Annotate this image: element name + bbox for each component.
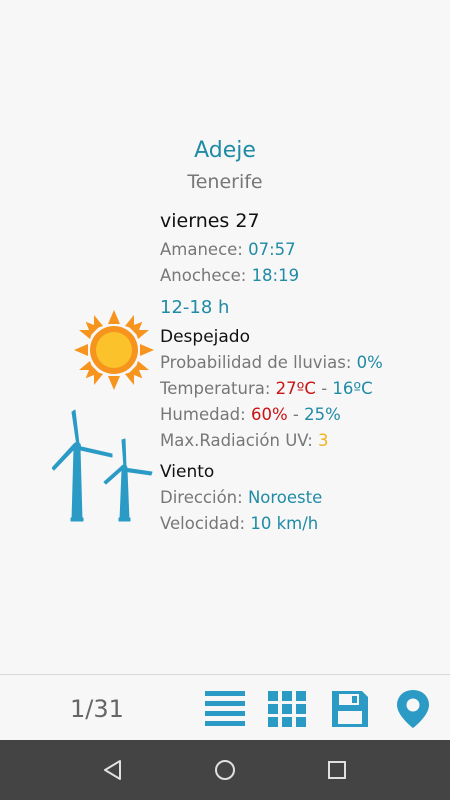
wind-title: Viento (160, 462, 215, 482)
temperature-label: Temperatura: (160, 379, 271, 398)
uv-value: 3 (318, 431, 329, 450)
save-icon[interactable] (330, 689, 370, 729)
sunset-value: 18:19 (251, 266, 300, 285)
wind-direction-row: Dirección: Noroeste (160, 488, 322, 507)
system-nav-bar (0, 740, 450, 800)
uv-label: Max.Radiación UV: (160, 431, 313, 450)
home-icon[interactable] (213, 758, 237, 782)
wind-direction-label: Dirección: (160, 488, 243, 507)
wind-direction-value: Noroeste (247, 488, 323, 507)
page-counter: 1/31 (70, 695, 124, 723)
recents-icon[interactable] (325, 758, 349, 782)
temperature-row: Temperatura: 27ºC - 16ºC (160, 379, 373, 398)
rain-label: Probabilidad de lluvias: (160, 353, 352, 372)
bottom-toolbar: 1/31 (0, 674, 450, 740)
temperature-separator: - (315, 379, 333, 398)
rain-row: Probabilidad de lluvias: 0% (160, 353, 383, 372)
humidity-label: Humedad: (160, 405, 246, 424)
uv-row: Max.Radiación UV: 3 (160, 431, 329, 450)
grid-icon[interactable] (267, 689, 307, 729)
wind-turbine-icon (52, 409, 153, 522)
condition-label: Despejado (160, 327, 250, 347)
sunrise-label: Amanece: (160, 240, 243, 259)
sunrise-value: 07:57 (248, 240, 296, 259)
wind-speed-value: 10 km/h (250, 514, 319, 533)
sunset-label: Anochece: (160, 266, 247, 285)
humidity-min: 25% (304, 405, 341, 424)
humidity-separator: - (287, 405, 305, 424)
location-city: Adeje (194, 138, 256, 163)
period-hours: 12-18 h (160, 297, 230, 318)
temperature-min: 16ºC (332, 379, 373, 398)
map-pin-icon[interactable] (393, 689, 433, 729)
day-title: viernes 27 (160, 210, 260, 232)
rain-value: 0% (356, 353, 383, 372)
location-region: Tenerife (187, 171, 263, 193)
back-icon[interactable] (101, 758, 125, 782)
humidity-row: Humedad: 60% - 25% (160, 405, 341, 424)
sun-icon (74, 310, 154, 390)
wind-speed-row: Velocidad: 10 km/h (160, 514, 318, 533)
temperature-max: 27ºC (275, 379, 316, 398)
sunrise-row: Amanece: 07:57 (160, 240, 296, 259)
wind-speed-label: Velocidad: (160, 514, 246, 533)
humidity-max: 60% (250, 405, 288, 424)
sunset-row: Anochece: 18:19 (160, 266, 299, 285)
list-icon[interactable] (205, 689, 245, 729)
weather-screen: Adeje Tenerife viernes 27 Amanece: 07:57… (0, 0, 450, 800)
